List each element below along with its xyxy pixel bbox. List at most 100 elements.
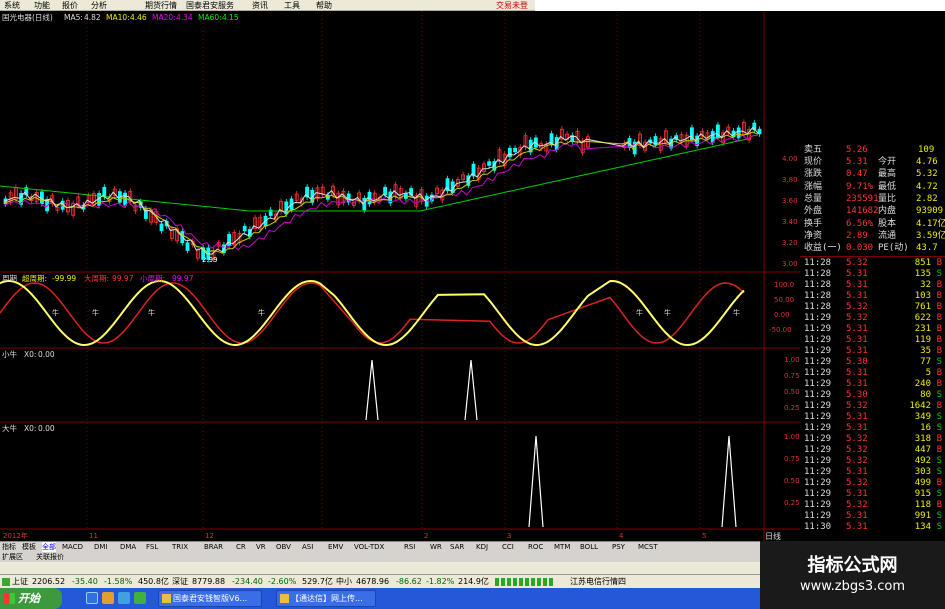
media-icon[interactable]	[118, 592, 130, 604]
tab2-item[interactable]: 扩展区	[2, 552, 23, 562]
ma60-value: 4.15	[222, 13, 239, 22]
zx-value: 4678.96	[356, 577, 390, 586]
tick-row: 11:29 5.32 499 B	[800, 478, 945, 489]
cycle-tick: 100.0	[774, 281, 794, 289]
menu-help[interactable]: 帮助	[316, 0, 332, 11]
app-icon[interactable]	[134, 592, 146, 604]
tab-指标[interactable]: 指标	[2, 542, 16, 552]
tick-price: 5.31	[846, 346, 868, 356]
cow-marker: 牛	[52, 308, 59, 317]
tab-roc[interactable]: ROC	[528, 542, 543, 552]
task-tdx-online[interactable]: 【通达信】网上传...	[276, 590, 376, 607]
tab-模板[interactable]: 模板	[22, 542, 36, 552]
stat-label: 最高	[878, 169, 897, 180]
kline-chart[interactable]: 2.99 牛 牛 牛 牛 牛 牛 牛 4.00 3.80 3.60 3.40 3.20 3.…	[0, 11, 800, 541]
tab-cci[interactable]: CCI	[502, 542, 514, 552]
tab-asi[interactable]: ASI	[302, 542, 313, 552]
tab-kdj[interactable]: KDJ	[476, 542, 488, 552]
tick-price: 5.32	[846, 445, 868, 455]
tick-time: 11:29	[804, 357, 832, 367]
tick-row: 11:29 5.32 118 B	[800, 500, 945, 511]
menu-quote[interactable]: 报价	[62, 0, 78, 11]
start-button[interactable]: 开始	[0, 588, 62, 609]
tab-dma[interactable]: DMA	[120, 542, 136, 552]
tick-row: 11:29 5.32 318 B	[800, 434, 945, 445]
stat-value: 235591	[846, 193, 879, 204]
small-cycle-wave	[0, 279, 745, 347]
tab-rsi[interactable]: RSI	[404, 542, 415, 552]
indicator-tab-bar: 指标 模板 全部 MACD DMI DMA FSL TRIX BRAR CR VR OBV ASI EMV…	[0, 541, 800, 552]
cow-markers: 牛牛牛牛牛牛牛	[52, 308, 740, 317]
menu-futures[interactable]: 期货行情	[145, 0, 177, 11]
sz-amount: 529.7亿	[302, 577, 333, 586]
tick-row: 11:29 5.32 622 B	[800, 313, 945, 324]
candle	[736, 127, 741, 139]
tick-side: B	[936, 291, 942, 301]
tab-brar[interactable]: BRAR	[204, 542, 223, 552]
tab-obv[interactable]: OBV	[276, 542, 291, 552]
tick-row: 11:29 5.32 492 S	[800, 456, 945, 467]
tab-mtm[interactable]: MTM	[554, 542, 570, 552]
menu-function[interactable]: 功能	[34, 0, 50, 11]
broker-server[interactable]: 江苏电信行情四	[570, 575, 626, 589]
menu-system[interactable]: 系统	[4, 0, 20, 11]
tick-volume: 118	[914, 500, 931, 510]
app-window-icon	[162, 594, 171, 603]
watermark-title: 指标公式网	[807, 555, 898, 576]
tab-sar[interactable]: SAR	[450, 542, 464, 552]
tick-price: 5.32	[846, 302, 868, 312]
tick-volume: 991	[914, 511, 931, 521]
tab-dmi[interactable]: DMI	[94, 542, 108, 552]
stat-row: 总量 235591 量比 2.82	[800, 193, 945, 205]
tab-cr[interactable]: CR	[236, 542, 246, 552]
stock-name: 国光电器(日线)	[2, 12, 53, 22]
tick-row: 11:28 5.32 851 B	[800, 258, 945, 269]
task-label: 国泰君安钱智版V6...	[173, 594, 248, 603]
trade-login-link[interactable]: 交易未登	[496, 0, 528, 11]
tab-mcst[interactable]: MCST	[638, 542, 658, 552]
tab-vol-tdx[interactable]: VOL-TDX	[354, 542, 384, 552]
menu-service[interactable]: 国泰君安服务	[186, 0, 234, 11]
tab-boll[interactable]: BOLL	[580, 542, 598, 552]
tick-time: 11:29	[804, 456, 832, 466]
tab-全部[interactable]: 全部	[42, 542, 56, 552]
tick-time: 11:29	[804, 346, 832, 356]
tab2-item[interactable]: 关联报价	[36, 552, 64, 562]
small-cow-tick: 1.00	[784, 356, 800, 364]
tab-vr[interactable]: VR	[256, 542, 266, 552]
stat-value: 4.17亿	[916, 218, 945, 229]
market-breadth-bar	[495, 578, 555, 586]
tick-time: 11:28	[804, 302, 832, 312]
tick-time: 11:28	[804, 291, 832, 301]
tab-emv[interactable]: EMV	[328, 542, 343, 552]
taskbar: 开始 国泰君安钱智版V6... 【通达信】网上传...	[0, 588, 760, 609]
tab-macd[interactable]: MACD	[62, 542, 83, 552]
stat-value: 5.31	[846, 157, 868, 167]
stat-value: 3.59亿	[916, 230, 945, 241]
tab-trix[interactable]: TRIX	[172, 542, 188, 552]
stat-row: 涨幅 9.71% 最低 4.72	[800, 181, 945, 193]
menu-analysis[interactable]: 分析	[91, 0, 107, 11]
tick-side: B	[936, 324, 942, 334]
folder-icon[interactable]	[102, 592, 114, 604]
extension-tab-bar: 扩展区 关联报价	[0, 552, 800, 562]
tab-psy[interactable]: PSY	[612, 542, 625, 552]
tick-row: 11:29 5.31 231 B	[800, 324, 945, 335]
task-guotai-junan[interactable]: 国泰君安钱智版V6...	[158, 590, 262, 607]
tab-wr[interactable]: WR	[430, 542, 442, 552]
tick-side: B	[936, 478, 942, 488]
chart-area[interactable]: 2.99 牛 牛 牛 牛 牛 牛 牛 4.00 3.80 3.60 3.40 3.20 3.…	[0, 11, 945, 541]
ie-icon[interactable]	[86, 592, 98, 604]
app-window-icon	[280, 594, 289, 603]
tick-time: 11:29	[804, 379, 832, 389]
ma60-label: MA60:	[198, 13, 222, 22]
tick-row: 11:29 5.31 5 B	[800, 368, 945, 379]
tick-volume: 134	[914, 522, 931, 532]
menu-news[interactable]: 资讯	[252, 0, 268, 11]
tick-volume: 16	[920, 423, 931, 433]
tick-time: 11:29	[804, 368, 832, 378]
menu-tools[interactable]: 工具	[284, 0, 300, 11]
tab-fsl[interactable]: FSL	[146, 542, 158, 552]
tick-volume: 240	[914, 379, 931, 389]
windows-logo-icon	[4, 593, 15, 604]
